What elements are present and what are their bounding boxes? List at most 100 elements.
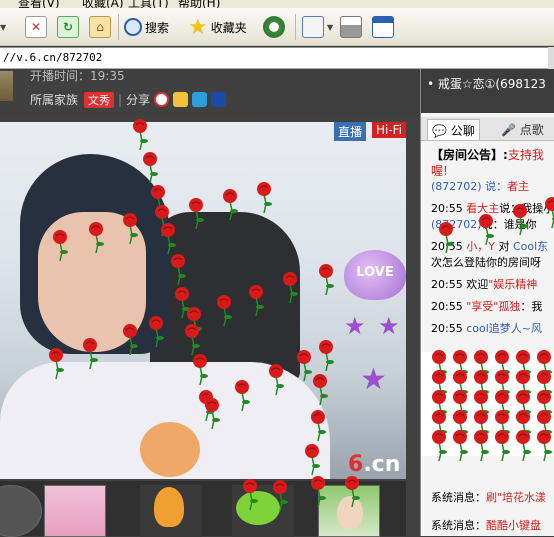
print-button[interactable] (340, 14, 362, 40)
system-message: 系统消息：刷"培花水漾 (431, 489, 554, 505)
family-row: 所属家族 文秀 | 分享 (30, 91, 227, 108)
mail-icon (302, 16, 324, 38)
chat-message: (872702) 说：者主 (431, 179, 554, 195)
tab-song-label: 点歌 (519, 123, 544, 137)
rose-icon (212, 293, 236, 327)
system-message: 系统消息：酷酷小键盘 (431, 517, 554, 533)
rose-icon (200, 396, 224, 430)
rose-icon (84, 220, 108, 254)
rose-icon (278, 270, 302, 304)
message-time: 20:55 (431, 300, 463, 313)
start-time: 开播时间：19:35 (30, 69, 125, 83)
family-label: 所属家族 (30, 93, 79, 107)
pengyou-icon[interactable] (192, 92, 208, 107)
menu-tools[interactable]: 工具(T) (128, 0, 169, 8)
kaixin-icon[interactable] (211, 92, 227, 107)
edit-page-icon (372, 16, 394, 38)
divider: | (118, 92, 123, 107)
family-badge[interactable]: 文秀 (84, 91, 115, 108)
message-time: 20:55 (431, 202, 463, 215)
weibo-icon[interactable] (154, 92, 170, 107)
rose-icon (268, 478, 292, 512)
rose-icon (128, 117, 152, 151)
rose-icon (314, 338, 338, 372)
stop-icon: ✕ (25, 16, 47, 38)
top-user-name[interactable]: 戒蛋☆恋①(698123 (438, 77, 546, 91)
toolbar-divider (295, 14, 296, 40)
message-text: ：我 (520, 300, 543, 313)
announcement: 【房间公告】:支持我 喔! (431, 147, 554, 179)
refresh-icon: ↻ (57, 16, 79, 38)
chevron-down-icon: ▼ (0, 22, 7, 32)
message-target[interactable]: Cool东 (513, 240, 548, 253)
history-button[interactable] (263, 14, 285, 40)
mail-button[interactable]: ▼ (302, 14, 333, 40)
rose-icon (300, 442, 324, 476)
avatar[interactable] (0, 71, 13, 101)
tab-song-request[interactable]: 🎤 点歌 (497, 119, 548, 140)
forward-dropdown[interactable]: ▼ (0, 14, 6, 40)
rose-icon (118, 322, 142, 356)
rose-icon (188, 352, 212, 386)
logo-cn: .cn (363, 452, 401, 477)
rose-icon (118, 211, 142, 245)
microphone-icon: 🎤 (501, 123, 516, 137)
announcement-text-2: 喔! (431, 164, 448, 178)
rose-icon (48, 228, 72, 262)
system-label: 系统消息： (431, 519, 486, 532)
edit-button[interactable] (372, 14, 394, 40)
message-text: 次怎么登陆你的房间呀 (431, 256, 541, 269)
rose-icon (218, 187, 242, 221)
search-icon (124, 18, 142, 36)
rose-icon (44, 346, 68, 380)
rose-icon (78, 336, 102, 370)
rose-icon (230, 378, 254, 412)
rose-icon (540, 195, 554, 229)
message-text: 欢迎 (466, 278, 489, 291)
thumbnail[interactable] (44, 485, 106, 537)
thumbnail[interactable] (0, 485, 42, 537)
share-label: 分享 (126, 93, 151, 107)
refresh-button[interactable]: ↻ (57, 14, 79, 40)
thumbnail[interactable] (140, 485, 202, 537)
system-messages: 系统消息：刷"培花水漾 系统消息：酷酷小键盘 (421, 489, 554, 536)
toolbar-divider (118, 14, 119, 40)
home-button[interactable]: ⌂ (89, 14, 111, 40)
menu-favorites[interactable]: 收藏(A) (82, 0, 124, 8)
system-label: 系统消息： (431, 491, 486, 504)
rose-icon (306, 474, 330, 508)
tab-public-chat[interactable]: 💬 公聊 (427, 119, 480, 140)
star-icon: ★ (378, 312, 400, 340)
rose-icon (184, 196, 208, 230)
menu-help[interactable]: 帮助(H) (178, 0, 220, 8)
favorites-button[interactable]: ★ 收藏夹 (188, 14, 247, 40)
star-icon: ★ (344, 312, 366, 340)
chat-bubble-icon: 💬 (432, 124, 447, 138)
love-sticker: LOVE (344, 250, 406, 300)
message-user[interactable]: "享受"孤独 (466, 300, 520, 313)
chat-message: 20:55 cool追梦人~风 (431, 321, 554, 337)
chat-message: 20:55 欢迎"娱乐精神 (431, 277, 554, 293)
rose-icon (308, 372, 332, 406)
scrollbar[interactable] (548, 47, 554, 69)
stop-button[interactable]: ✕ (25, 14, 47, 40)
announcement-text: 支持我 (507, 148, 544, 162)
browser-toolbar: ▼ ✕ ↻ ⌂ 搜索 ★ 收藏夹 ▼ (0, 8, 554, 46)
message-user[interactable]: cool追梦人~风 (466, 322, 542, 335)
announcement-label: 【房间公告】: (431, 148, 508, 162)
message-text: 对 (498, 240, 510, 253)
menu-view[interactable]: 查看(V) (18, 0, 60, 8)
address-bar[interactable]: //v.6.cn/872702 (0, 47, 554, 69)
bullet: • (427, 77, 438, 91)
chevron-down-icon: ▼ (327, 22, 334, 32)
search-button[interactable]: 搜索 (124, 14, 169, 40)
room-info: 开播时间：19:35 所属家族 文秀 | 分享 (0, 69, 420, 117)
rose-gift-grid (421, 350, 554, 462)
message-user[interactable]: "娱乐精神 (488, 278, 537, 291)
renren-icon[interactable] (173, 92, 189, 107)
rose-icon (340, 474, 364, 508)
rose-icon (138, 150, 162, 184)
rose-icon (252, 180, 276, 214)
video-panel: 开播时间：19:35 所属家族 文秀 | 分享 直播 Hi-Fi LOVE ★ … (0, 69, 420, 537)
rose-icon (314, 262, 338, 296)
